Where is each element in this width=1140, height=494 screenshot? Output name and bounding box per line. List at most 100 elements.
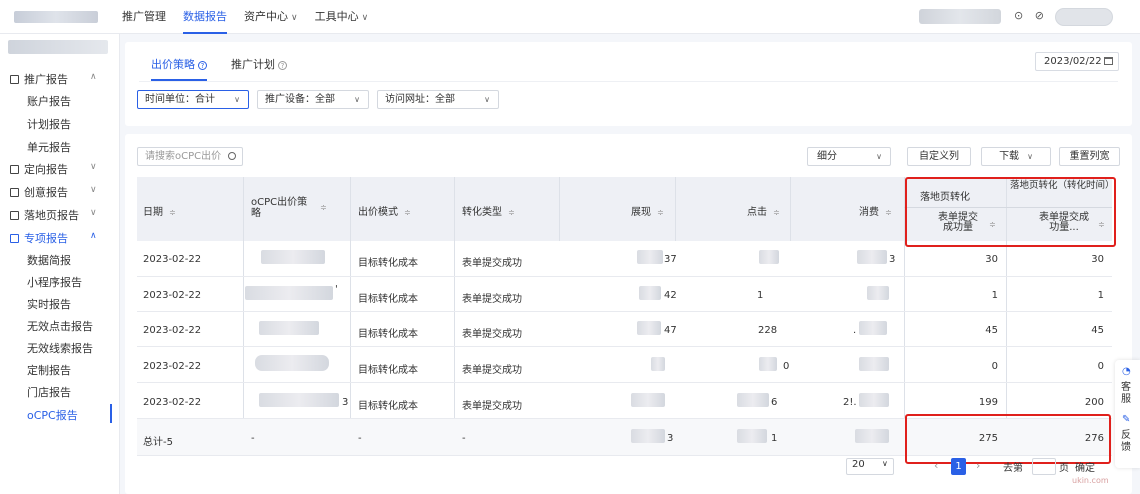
column-header-date[interactable]: 日期 ≑ [143, 203, 176, 218]
annotation-box-header [905, 177, 1116, 247]
sort-icon[interactable]: ≑ [657, 208, 664, 217]
sort-icon[interactable]: ≑ [773, 208, 780, 217]
blurred-cost [855, 429, 889, 443]
chevron-up-icon[interactable]: ∧ [90, 72, 97, 82]
chevron-down-icon[interactable]: ∨ [90, 208, 97, 218]
search-input[interactable]: 请搜索oCPC出价 [137, 147, 243, 166]
column-header-impressions[interactable]: 展现 ≑ [631, 203, 664, 218]
feedback-button[interactable]: 反馈 [1121, 430, 1133, 454]
sidebar-item-store-report[interactable]: 门店报告 [27, 384, 71, 400]
search-icon[interactable] [228, 152, 236, 160]
goto-label: 去第 [1003, 463, 1023, 474]
nav-data-report[interactable]: 数据报告 [183, 0, 227, 34]
time-unit-select[interactable]: 时间单位：合计 ∨ [137, 90, 249, 109]
cell-cost: 3 [889, 254, 896, 265]
cell-date: 2023-02-22 [143, 325, 202, 336]
sort-icon[interactable]: ≑ [885, 208, 892, 217]
cell-form-submit-time: 200 [1084, 397, 1104, 408]
column-header-strategy[interactable]: oCPC出价策略 [251, 197, 313, 219]
sidebar-item-invalid-click-report[interactable]: 无效点击报告 [27, 318, 93, 334]
sidebar-group-special-report[interactable]: 专项报告 [10, 230, 68, 246]
tab-divider [139, 81, 1118, 82]
nav-tool-center[interactable]: 工具中心 ∨ [315, 0, 369, 34]
headset-icon[interactable]: ◔ [1122, 366, 1131, 377]
prev-page-button[interactable]: ‹ [934, 459, 938, 472]
blurred-strategy [259, 321, 319, 335]
goto-confirm-button[interactable]: 确定 [1075, 459, 1095, 474]
blurred-clicks [759, 250, 779, 264]
custom-columns-button[interactable]: 自定义列 [907, 147, 971, 166]
report-icon [10, 188, 19, 197]
page-1-button[interactable]: 1 [951, 458, 966, 475]
segment-select[interactable]: 细分 ∨ [807, 147, 891, 166]
page-size-value: 20 [852, 459, 865, 470]
sort-icon[interactable]: ≑ [320, 203, 327, 212]
date-picker[interactable]: 2023/02/22 [1035, 52, 1119, 71]
logo[interactable] [14, 11, 98, 23]
account-selector[interactable] [8, 40, 108, 54]
sort-icon[interactable]: ≑ [404, 208, 411, 217]
goto-page-input[interactable] [1032, 458, 1056, 475]
tab-promotion-plan[interactable]: 推广计划? [231, 56, 287, 72]
avatar[interactable] [1055, 8, 1113, 26]
device-select[interactable]: 推广设备：全部 ∨ [257, 90, 369, 109]
nav-promotion-management[interactable]: 推广管理 [122, 0, 166, 34]
help-icon[interactable]: ? [278, 61, 287, 70]
sidebar-item-invalid-lead-report[interactable]: 无效线索报告 [27, 340, 93, 356]
calendar-icon [1104, 57, 1113, 65]
chevron-down-icon: ∨ [361, 13, 369, 23]
cell-bid-mode: 目标转化成本 [358, 401, 418, 412]
sidebar-item-realtime-report[interactable]: 实时报告 [27, 296, 71, 312]
sidebar-group-promotion-report[interactable]: 推广报告 [10, 71, 68, 87]
sidebar-group-targeting-report[interactable]: 定向报告 [10, 161, 68, 177]
sidebar-item-unit-report[interactable]: 单元报告 [27, 139, 71, 155]
column-header-cost[interactable]: 消费 ≑ [859, 203, 892, 218]
url-select[interactable]: 访问网址：全部 ∨ [377, 90, 499, 109]
watermark: ukin.com [1072, 476, 1109, 485]
cell-conversion-type: 表单提交成功 [462, 365, 522, 376]
sidebar-item-custom-report[interactable]: 定制报告 [27, 362, 71, 378]
sidebar-item-ocpc-report[interactable]: oCPC报告 [27, 407, 78, 423]
sidebar-item-account-report[interactable]: 账户报告 [27, 93, 71, 109]
chevron-down-icon: ∨ [882, 459, 888, 468]
column-header-conversion-type[interactable]: 转化类型 ≑ [462, 203, 515, 218]
customer-service-button[interactable]: 客服 [1121, 382, 1133, 406]
sort-icon[interactable]: ≑ [508, 208, 515, 217]
cell-date: 2023-02-22 [143, 361, 202, 372]
download-button[interactable]: 下载 ∨ [981, 147, 1051, 166]
chevron-down-icon[interactable]: ∨ [90, 162, 97, 172]
account-name[interactable] [919, 9, 1001, 24]
tab-bid-strategy[interactable]: 出价策略? [151, 56, 207, 81]
cell-impressions: 3 [667, 433, 674, 444]
blurred-strategy [245, 286, 333, 300]
sidebar-group-creative-report[interactable]: 创意报告 [10, 184, 68, 200]
help-icon[interactable]: ? [198, 61, 207, 70]
cell-strategy: ' [335, 284, 338, 295]
chevron-down-icon[interactable]: ∨ [90, 185, 97, 195]
cell-bid-mode: 目标转化成本 [358, 329, 418, 340]
report-icon [10, 234, 19, 243]
nav-asset-center[interactable]: 资产中心 ∨ [244, 0, 298, 34]
cell-total-label: 总计-5 [143, 437, 173, 448]
sidebar-item-data-brief[interactable]: 数据简报 [27, 252, 71, 268]
sort-icon[interactable]: ≑ [169, 208, 176, 217]
reset-width-button[interactable]: 重置列宽 [1059, 147, 1120, 166]
blurred-strategy [255, 355, 329, 371]
blurred-impressions [631, 429, 665, 443]
cell-form-submit-time: 45 [1091, 325, 1104, 336]
cell-conversion-type: - [462, 433, 466, 444]
report-icon [10, 211, 19, 220]
sidebar-item-miniprogram-report[interactable]: 小程序报告 [27, 274, 82, 290]
sidebar-group-landing-report[interactable]: 落地页报告 [10, 207, 79, 223]
blurred-impressions [637, 250, 663, 264]
next-page-button[interactable]: › [976, 459, 980, 472]
column-header-bid-mode[interactable]: 出价模式 ≑ [358, 203, 411, 218]
cell-impressions: 47 [664, 325, 677, 336]
sidebar-item-plan-report[interactable]: 计划报告 [27, 116, 71, 132]
chevron-down-icon: ∨ [291, 13, 298, 23]
cell-bid-mode: - [358, 433, 362, 444]
edit-icon[interactable]: ✎ [1122, 414, 1130, 425]
column-header-clicks[interactable]: 点击 ≑ [747, 203, 780, 218]
toolbar-icons[interactable]: ⊙ ⊘ [1014, 9, 1048, 22]
chevron-up-icon[interactable]: ∧ [90, 231, 97, 241]
